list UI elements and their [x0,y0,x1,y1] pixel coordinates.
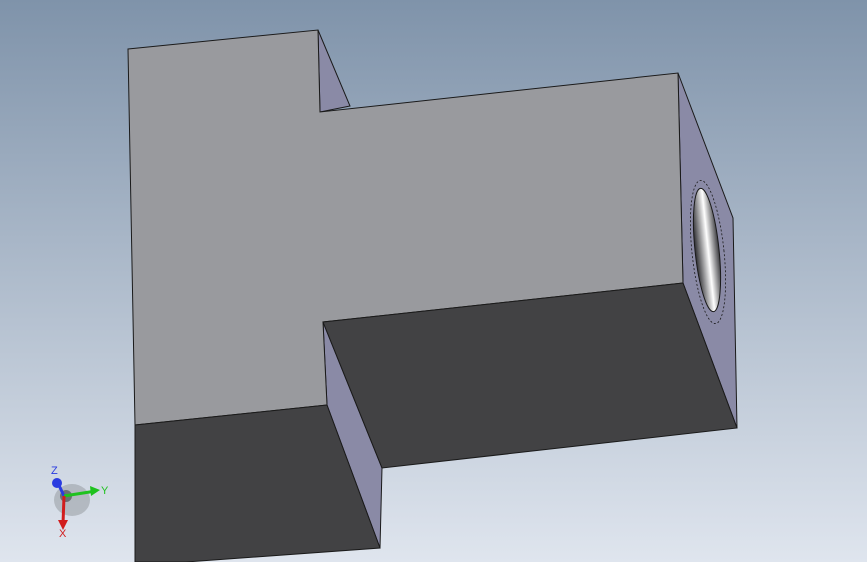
model-view[interactable]: Z Y X [0,0,867,562]
x-axis-line [61,495,66,525]
x-axis-label: X [59,528,67,540]
y-axis-label: Y [101,485,109,497]
z-axis-head [52,478,62,488]
graphics-viewport[interactable]: Z Y X [0,0,867,562]
z-axis-label: Z [51,465,58,477]
